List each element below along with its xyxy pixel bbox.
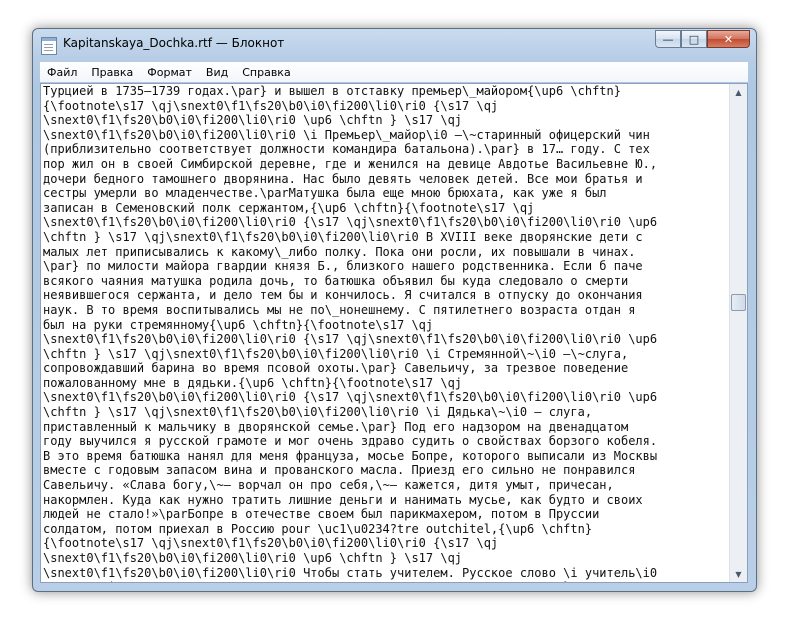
text-line: пожалованному мне в дядьки.{\up6 \chftn}… (43, 375, 463, 390)
menu-edit[interactable]: Правка (84, 66, 140, 79)
caption-buttons: — □ ✕ (655, 30, 750, 50)
text-line: приставленный к мальчику в дворянской се… (43, 419, 629, 434)
window-title: Kapitanskaya_Dochka.rtf — Блокнот (63, 36, 285, 50)
text-line: людей не стало!»\parБопре в отечестве св… (43, 507, 600, 522)
text-line: (приблизительно соответствует должности … (43, 142, 650, 157)
notepad-app-icon[interactable] (41, 37, 57, 55)
text-line: \snext0\f1\fs20\b0\i0\fi200\li0\ri0 \i П… (43, 127, 650, 142)
menu-file[interactable]: Файл (40, 66, 84, 79)
menu-format[interactable]: Формат (140, 66, 199, 79)
text-line: дано во французском написании для придан… (43, 580, 731, 582)
text-line: малых лет приписывались к какому\_либо п… (43, 244, 636, 259)
text-line: \chftn } \s17 \qj\snext0\f1\fs20\b0\i0\f… (43, 405, 593, 420)
text-line: сопровождавший барина во время псовой ох… (43, 361, 629, 376)
text-line: году выучился я русской грамоте и мог оч… (43, 434, 658, 449)
document-text[interactable]: Турцией в 1735–1739 годах.\par} и вышел … (43, 84, 731, 582)
scroll-up-arrow-icon[interactable]: ▲ (731, 84, 746, 100)
scroll-thumb[interactable] (731, 294, 746, 311)
menu-view[interactable]: Вид (199, 66, 235, 79)
text-line: \snext0\f1\fs20\b0\i0\fi200\li0\ri0 \up6… (43, 113, 463, 128)
text-line: вместе с годовым запасом вина и прованск… (43, 463, 636, 478)
text-line: Савельичу. «Слава богу,\~– ворчал он про… (43, 478, 614, 493)
text-line: \snext0\f1\fs20\b0\i0\fi200\li0\ri0 \up6… (43, 551, 463, 565)
notepad-window: Kapitanskaya_Dochka.rtf — Блокнот — □ ✕ … (32, 28, 757, 592)
title-bar[interactable]: Kapitanskaya_Dochka.rtf — Блокнот — □ ✕ (33, 29, 756, 59)
text-line: неявившегося сержанта, и дело тем бы и к… (43, 288, 643, 303)
minimize-button[interactable]: — (655, 30, 681, 48)
text-line: пор жил он в своей Симбирской деревне, г… (43, 156, 658, 171)
menu-help[interactable]: Справка (235, 66, 297, 79)
text-line: В это время батюшка нанял для меня франц… (43, 448, 658, 463)
text-line: накормлен. Куда как нужно тратить лишние… (43, 492, 643, 507)
text-line: {\footnote\s17 \qj\snext0\f1\fs20\b0\i0\… (43, 536, 499, 551)
text-line: сестры умерли во младенчестве.\parМатушк… (43, 186, 607, 201)
text-line: \chftn } \s17 \qj\snext0\f1\fs20\b0\i0\f… (43, 346, 629, 361)
text-editor[interactable]: Турцией в 1735–1739 годах.\par} и вышел … (40, 83, 748, 583)
text-line: был на руки стремянному{\up6 \chftn}{\fo… (43, 317, 434, 332)
text-line: \snext0\f1\fs20\b0\i0\fi200\li0\ri0 {\s1… (43, 390, 658, 405)
close-button[interactable]: ✕ (707, 30, 750, 48)
text-line: \snext0\f1\fs20\b0\i0\fi200\li0\ri0 {\s1… (43, 215, 658, 230)
text-line: \snext0\f1\fs20\b0\i0\fi200\li0\ri0 {\s1… (43, 332, 658, 347)
text-line: Турцией в 1735–1739 годах.\par} и вышел … (43, 84, 621, 98)
maximize-button[interactable]: □ (681, 30, 707, 48)
text-line: наук. В то время воспитывались мы не по\… (43, 302, 636, 317)
text-line: дочери бедного тамошнего дворянина. Нас … (43, 171, 643, 186)
text-line: \snext0\f1\fs20\b0\i0\fi200\li0\ri0 Чтоб… (43, 565, 658, 580)
vertical-scrollbar[interactable]: ▲ ▼ (729, 84, 747, 582)
text-line: солдатом, потом приехал в Россию pour \u… (43, 521, 593, 536)
text-line: {\footnote\s17 \qj\snext0\f1\fs20\b0\i0\… (43, 98, 499, 113)
text-line: всякого чаяния матушка родила дочь, то б… (43, 273, 629, 288)
text-line: записан в Семеновский полк сержантом,{\u… (43, 200, 535, 215)
text-line: \par} по милости майора гвардии князя Б.… (43, 259, 643, 274)
text-line: \chftn } \s17 \qj\snext0\f1\fs20\b0\i0\f… (43, 229, 643, 244)
menu-bar: Файл Правка Формат Вид Справка (40, 62, 748, 82)
scroll-down-arrow-icon[interactable]: ▼ (731, 566, 746, 582)
